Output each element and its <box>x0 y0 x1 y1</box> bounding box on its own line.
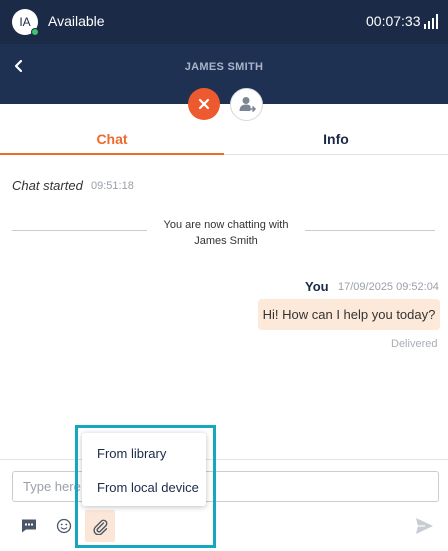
top-status-bar: IA Available 00:07:33 <box>0 0 448 44</box>
system-message: You are now chatting with James Smith <box>150 217 302 249</box>
message-input[interactable] <box>12 471 439 502</box>
end-chat-icon <box>198 98 210 110</box>
contact-name: JAMES SMITH <box>184 61 264 73</box>
end-chat-button[interactable] <box>188 88 220 120</box>
chat-started-time: 09:51:18 <box>91 180 134 192</box>
paperclip-icon <box>93 519 108 535</box>
attachment-menu: From library From local device <box>82 433 206 506</box>
session-timer: 00:07:33 <box>366 13 421 29</box>
chat-started-label: Chat started <box>12 178 83 193</box>
message-timestamp: 17/09/2025 09:52:04 <box>338 281 439 293</box>
divider <box>0 459 448 460</box>
divider <box>305 230 435 231</box>
send-icon[interactable] <box>413 515 435 537</box>
signal-icon <box>424 14 438 29</box>
agent-status[interactable]: Available <box>48 13 105 29</box>
tab-bar: Chat Info <box>0 104 448 155</box>
message-sender: You <box>305 279 329 294</box>
quick-replies-button[interactable] <box>16 513 42 539</box>
transfer-icon <box>239 97 256 112</box>
message-bubble: Hi! How can I help you today? <box>258 299 440 330</box>
system-message-line: James Smith <box>194 235 258 247</box>
menu-item-from-local-device[interactable]: From local device <box>97 480 199 495</box>
menu-item-from-library[interactable]: From library <box>97 446 166 461</box>
system-message-line: You are now chatting with <box>163 219 289 231</box>
transfer-button[interactable] <box>230 88 263 121</box>
divider <box>12 230 147 231</box>
emoji-icon <box>56 518 72 534</box>
delivery-status: Delivered <box>391 338 438 350</box>
emoji-button[interactable] <box>51 513 77 539</box>
quick-replies-icon <box>22 519 36 533</box>
presence-indicator <box>31 28 39 36</box>
conversation-header: JAMES SMITH <box>0 44 448 104</box>
attach-button[interactable] <box>85 510 115 542</box>
